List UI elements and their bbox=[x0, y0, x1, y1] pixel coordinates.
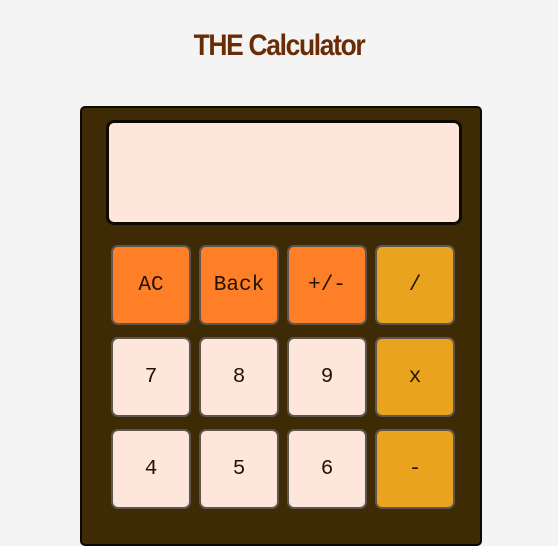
calculator-display bbox=[106, 120, 462, 225]
digit-4-button[interactable]: 4 bbox=[111, 429, 191, 509]
digit-5-button[interactable]: 5 bbox=[199, 429, 279, 509]
calculator-body: AC Back +/- / 7 8 9 x 4 5 6 - bbox=[80, 106, 482, 546]
digit-8-button[interactable]: 8 bbox=[199, 337, 279, 417]
all-clear-button[interactable]: AC bbox=[111, 245, 191, 325]
toggle-sign-button[interactable]: +/- bbox=[287, 245, 367, 325]
app-title: THE Calculator bbox=[193, 29, 366, 62]
digit-6-button[interactable]: 6 bbox=[287, 429, 367, 509]
multiply-button[interactable]: x bbox=[375, 337, 455, 417]
backspace-button[interactable]: Back bbox=[199, 245, 279, 325]
divide-button[interactable]: / bbox=[375, 245, 455, 325]
digit-9-button[interactable]: 9 bbox=[287, 337, 367, 417]
digit-7-button[interactable]: 7 bbox=[111, 337, 191, 417]
subtract-button[interactable]: - bbox=[375, 429, 455, 509]
